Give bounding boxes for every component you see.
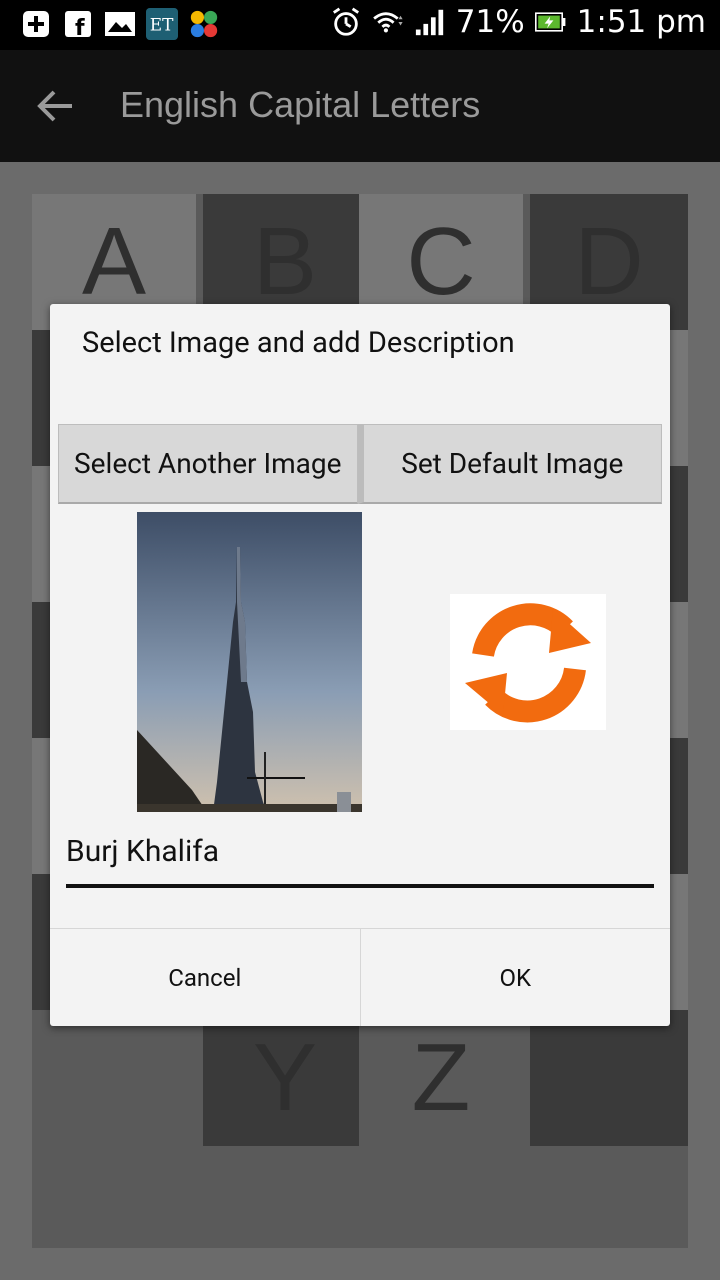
letter-label: B — [252, 208, 318, 315]
svg-text:f: f — [75, 16, 85, 39]
letter-cell — [32, 466, 52, 602]
letter-cell — [668, 330, 688, 466]
page-title: English Capital Letters — [120, 84, 481, 125]
letter-cell — [668, 874, 688, 1010]
selected-image-preview[interactable] — [137, 512, 362, 812]
select-another-image-button[interactable]: Select Another Image — [58, 424, 358, 504]
dialog-button-row: Select Another Image Set Default Image — [58, 424, 662, 504]
letter-cell — [668, 466, 688, 602]
svg-text:ET: ET — [150, 15, 174, 35]
description-value: Burj Khalifa — [66, 834, 220, 869]
letter-cell — [530, 1010, 688, 1146]
dialog-footer: Cancel OK — [50, 928, 670, 1026]
signal-icon — [414, 6, 446, 38]
et-icon: ET — [146, 8, 178, 40]
facebook-icon: f — [62, 8, 94, 40]
letter-cell — [32, 330, 52, 466]
ok-button[interactable]: OK — [359, 929, 671, 1026]
image-icon — [104, 8, 136, 40]
letter-cell[interactable]: Z — [359, 1010, 523, 1146]
add-box-icon — [20, 8, 52, 40]
cancel-button[interactable]: Cancel — [50, 929, 360, 1026]
set-default-image-button[interactable]: Set Default Image — [357, 424, 662, 504]
clock: 1:51 pm — [576, 4, 706, 40]
letter-cell — [668, 602, 688, 738]
wifi-icon — [372, 6, 404, 38]
letter-label: Y — [252, 1024, 318, 1131]
letter-cell[interactable]: Y — [203, 1010, 367, 1146]
alarm-icon — [330, 6, 362, 38]
letter-cell — [32, 602, 52, 738]
letter-label: C — [406, 208, 476, 315]
letter-label: D — [574, 208, 644, 315]
letter-label: A — [81, 208, 147, 315]
letter-cell — [32, 874, 52, 1010]
letter-label: Z — [411, 1024, 471, 1131]
battery-percent: 71% — [455, 4, 525, 40]
battery-icon — [534, 6, 567, 38]
letter-cell — [668, 738, 688, 874]
app-icon — [188, 8, 220, 40]
description-input[interactable]: Burj Khalifa — [66, 832, 654, 888]
refresh-icon[interactable] — [450, 594, 606, 730]
dialog-title: Select Image and add Description — [82, 326, 515, 360]
back-arrow-icon[interactable] — [36, 86, 76, 126]
image-dialog: Select Image and add Description Select … — [50, 304, 670, 1026]
action-bar: English Capital Letters — [0, 50, 720, 162]
letter-cell — [32, 738, 52, 874]
status-bar: f ET 71% 1:51 pm — [0, 0, 720, 50]
